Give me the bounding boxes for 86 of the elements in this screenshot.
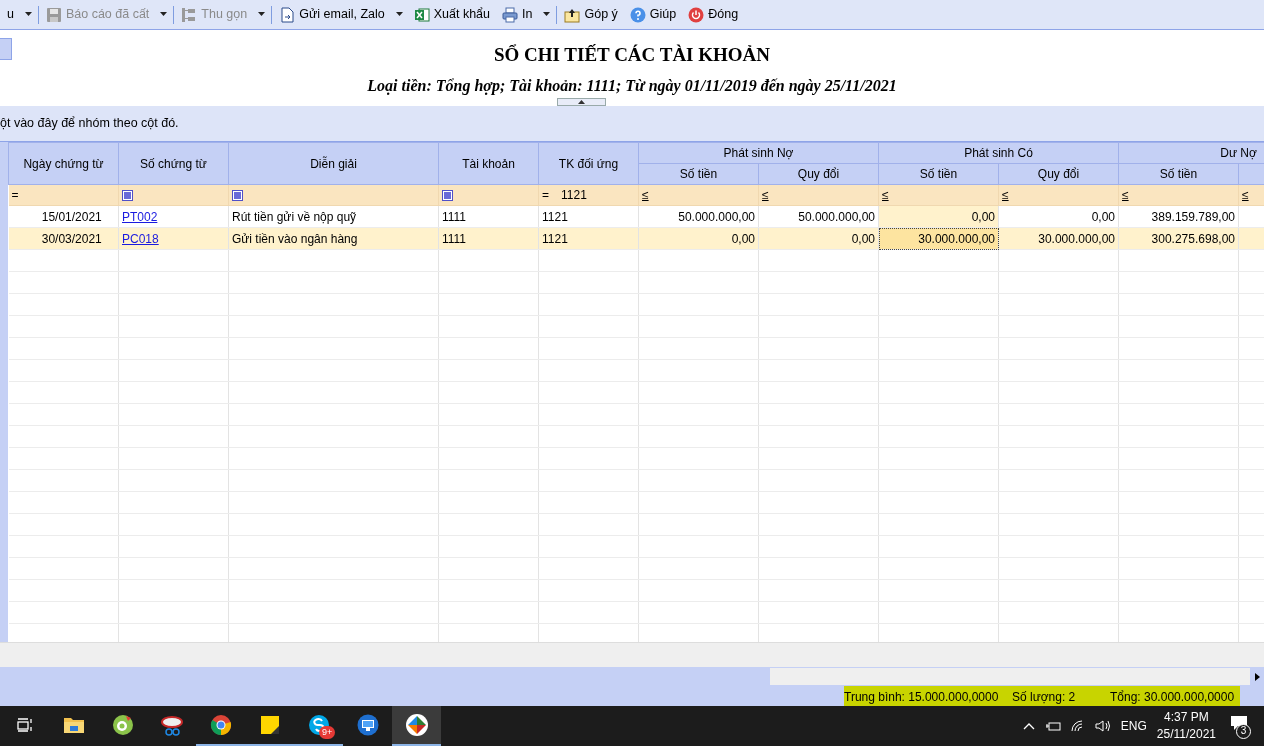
table-cell: 1121 [542,231,568,246]
table-cell: 1121 [542,209,568,224]
toolbar-button[interactable]: u [4,3,17,26]
filter-operator[interactable]: ≤ [1002,186,1009,204]
tree-icon [181,6,198,23]
task-view-icon [16,718,33,732]
scroll-right-icon[interactable] [1255,672,1260,681]
column-header[interactable]: Số chứng từ [118,142,229,185]
caret-icon [543,12,551,17]
toolbar-button[interactable]: Góp ý [561,3,621,26]
table-cell: 30.000.000,00 [918,231,995,246]
report-title: SỔ CHI TIẾT CÁC TÀI KHOẢN [492,43,772,67]
status-text: Số lượng: 2 [1012,686,1110,706]
table-cell: 50.000.000,00 [678,209,755,224]
column-header[interactable]: Ngày chứng từ [8,142,119,185]
table-row[interactable]: 15/01/2021 PT002 Rút tiền gửi về nộp quỹ 1111 1121 50.000.000,00 50.000.000,00 0,00 0,00 389.159.789,00 [8,205,1264,228]
table-cell: 0,00 [971,209,995,224]
group-panel-hint: ột vào đây để nhóm theo cột đó. [0,115,179,133]
volume-icon [1094,720,1111,732]
column-header[interactable]: Diễn giải [228,142,439,185]
filter-checkbox[interactable] [122,190,133,202]
voucher-link[interactable]: PT002 [122,209,158,224]
table-cell: 1111 [442,231,467,246]
filter-operator[interactable]: = [11,186,19,204]
table-cell: 1111 [442,209,467,224]
language-indicator[interactable]: ENG [1120,717,1147,735]
toolbar-button[interactable]: Giúp [626,3,680,26]
printer-icon [502,6,518,23]
folder-icon [62,715,85,735]
monitor-icon [356,714,379,736]
table-cell: 15/01/2021 [41,209,102,224]
filter-checkbox[interactable] [442,190,453,202]
filter-operator[interactable]: ≤ [882,186,889,204]
clock-time[interactable]: 4:37 PM [1156,709,1216,726]
notification-count: 3 [1236,724,1251,739]
status-text: Tổng: 30.000.000,0000 [1110,686,1240,706]
power-icon [688,6,705,23]
table-cell: Gửi tiền vào ngân hàng [232,231,358,246]
column-group-header[interactable]: Phát sinh Có [878,142,1119,164]
table-row[interactable]: 30/03/2021 PC018 Gửi tiền vào ngân hàng 1111 1121 0,00 0,00 30.000.000,00 30.000.000,00 300.275.698,00 [8,227,1264,250]
status-text: Trung bình: 15.000.000,0000 [844,686,1012,706]
notification-badge: 9+ [319,726,336,739]
chevron-up-icon [1022,722,1035,730]
spreadsheet-icon [413,6,430,23]
column-header[interactable]: TK đối ứng [538,142,639,185]
toolbar-button[interactable]: In [499,3,536,26]
caret-icon [395,12,403,17]
caret-icon [24,12,32,17]
collapse-button[interactable] [557,98,606,106]
document-arrow-icon [279,6,296,23]
table-cell: 0,00 [1091,209,1115,224]
table-cell: 0,00 [851,231,875,246]
taskbar-app[interactable]: 9+ [294,706,343,746]
report-subtitle: Loại tiền: Tổng hợp; Tài khoản: 1111; Từ ngày 01/11/2019 đến ngày 25/11/2021 [366,75,898,97]
caret-icon [258,12,266,17]
toolbar-button[interactable]: Xuất khẩu [410,3,493,26]
clock-date[interactable]: 25/11/2021 [1156,726,1216,743]
filter-operator[interactable]: = [542,186,549,204]
table-cell: 389.159.789,00 [1151,209,1235,224]
filter-value[interactable]: 1121 [561,188,587,202]
toolbar-button[interactable]: Gửi email, Zalo [276,3,388,26]
filter-operator[interactable]: ≤ [642,186,649,204]
filter-operator[interactable]: ≤ [762,186,769,204]
wifi-icon [1070,720,1085,732]
table-cell: 0,00 [731,231,755,246]
caret-icon [578,100,585,104]
scissors-icon [159,714,184,736]
table-cell: Rút tiền gửi về nộp quỹ [232,209,357,224]
filter-checkbox[interactable] [232,190,243,202]
table-cell: 30.000.000,00 [1038,231,1115,246]
save-icon [45,6,62,23]
battery-icon [1044,721,1061,731]
taskbar-app[interactable] [392,706,441,746]
toolbar-button[interactable]: Đóng [685,3,742,26]
caret-icon [160,12,168,17]
column-group-header[interactable]: Phát sinh Nợ [638,142,879,164]
help-icon [629,6,646,23]
sticky-note-icon [259,715,280,735]
browser-icon [209,714,232,736]
column-group-header[interactable]: Dư Nợ [1118,142,1264,164]
filter-operator[interactable]: ≤ [1122,186,1129,204]
column-header[interactable]: Tài khoản [438,142,539,185]
disc-icon [111,714,134,736]
table-cell: 300.275.698,00 [1151,231,1235,246]
table-cell: 30/03/2021 [41,231,102,246]
table-cell: 50.000.000,00 [798,209,875,224]
